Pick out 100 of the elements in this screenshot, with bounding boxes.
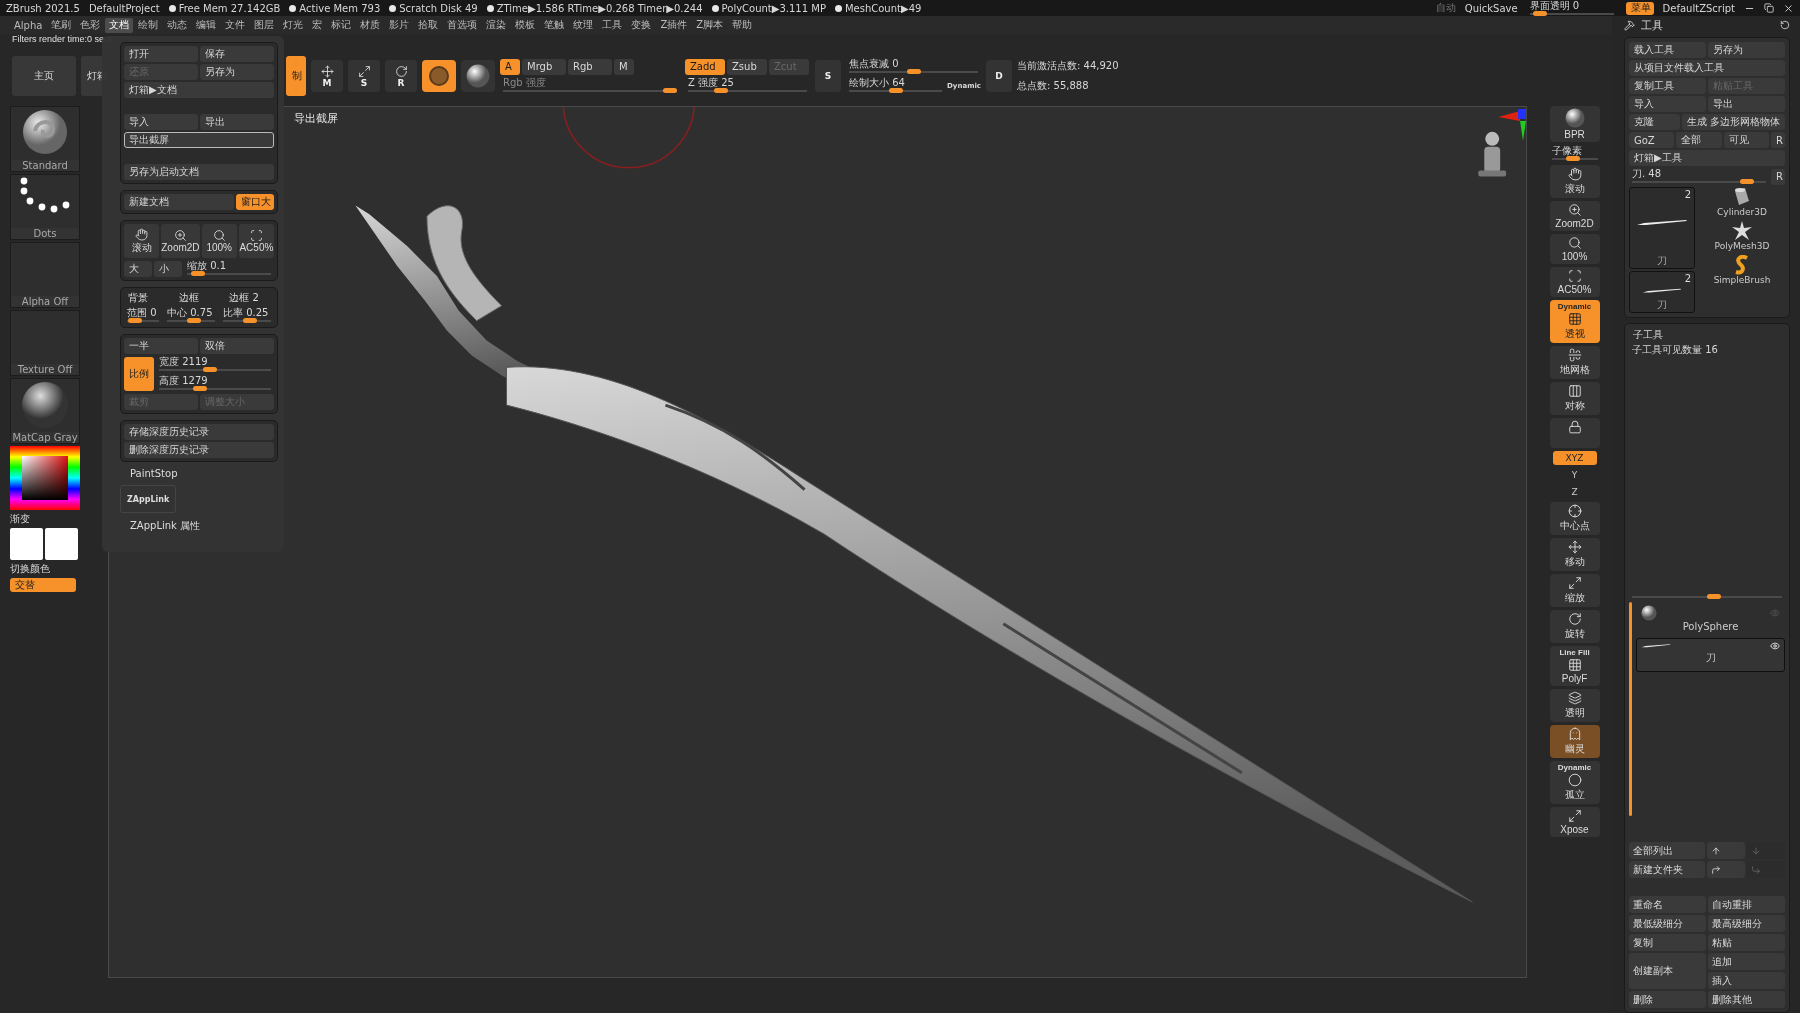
view-tool-button[interactable]: Line Fill PolyF	[1549, 646, 1600, 686]
slider-thumb[interactable]	[714, 87, 729, 93]
subtool-action-button[interactable]: 重命名	[1629, 896, 1706, 913]
tool-command[interactable]: 导出	[1708, 96, 1785, 112]
subtool-action-button[interactable]: 删除	[1629, 991, 1706, 1008]
subtool-action-button[interactable]: 最低级细分	[1629, 915, 1706, 932]
list-action-button[interactable]: 新建文件夹	[1629, 861, 1705, 878]
main-color-swatch[interactable]	[10, 528, 43, 560]
menu-item[interactable]: 文件	[221, 17, 250, 33]
tool-thumbnail[interactable]: PolyMesh3D	[1699, 221, 1785, 253]
view-tool-button[interactable]: Dynamic 孤立	[1549, 761, 1600, 804]
transform-tool-button[interactable]: R	[385, 60, 417, 92]
menu-item[interactable]: 文档	[105, 17, 134, 33]
transparency-slider[interactable]: 界面透明 0	[1526, 0, 1617, 17]
menu-item[interactable]: 影片	[385, 17, 414, 33]
tool-thumbnail[interactable]: Cylinder3D	[1699, 187, 1785, 219]
shelf-thumbnail[interactable]: MatCap Gray	[10, 378, 80, 444]
menu-item[interactable]: 工具	[598, 17, 627, 33]
view-tool-button[interactable]: 100%	[1549, 234, 1600, 264]
menu-item[interactable]: 图层	[250, 17, 279, 33]
menu-item[interactable]: 宏	[308, 17, 327, 33]
slider-thumb[interactable]	[1740, 179, 1754, 184]
axis-toggle[interactable]: Z	[1561, 485, 1588, 499]
subtool-action-button[interactable]: 删除其他	[1708, 991, 1785, 1008]
brush-mode-button[interactable]	[461, 60, 495, 92]
slider-thumb[interactable]	[243, 318, 258, 323]
tool-command[interactable]: 灯箱▶工具	[1629, 150, 1785, 166]
view-tool-button[interactable]: 100%	[201, 224, 237, 258]
size-slider[interactable]: 宽度 2119	[156, 356, 274, 373]
tool-command[interactable]: 全部	[1676, 132, 1722, 148]
border-slider[interactable]: 范围 0	[124, 307, 163, 324]
slider-thumb[interactable]	[193, 386, 208, 391]
subtool-action-button[interactable]: 追加	[1708, 953, 1785, 970]
subtool-count-slider[interactable]: 子工具可见数量 16	[1629, 344, 1785, 600]
arrow-button[interactable]	[1707, 861, 1745, 878]
view-tool-button[interactable]: AC50%	[1549, 267, 1600, 297]
menu-item[interactable]: 模板	[511, 17, 540, 33]
menu-item[interactable]: 灯光	[279, 17, 308, 33]
axis-toggle[interactable]: Y	[1561, 468, 1588, 482]
view-tool-button[interactable]: 地网格	[1549, 346, 1600, 379]
view-tool-button[interactable]: 滚动	[1549, 165, 1600, 198]
draw-button[interactable]: 制	[286, 56, 306, 96]
view-tool-button[interactable]: 滚动	[124, 224, 160, 258]
subtool-action-button[interactable]: 自动重排	[1708, 896, 1785, 913]
view-tool-button[interactable]	[1549, 418, 1600, 448]
z-mode-button[interactable]: Zsub	[727, 58, 767, 75]
menu-item[interactable]: 材质	[356, 17, 385, 33]
shelf-thumbnail[interactable]: Alpha Off	[10, 242, 80, 308]
tool-command[interactable]: 另存为	[1708, 42, 1785, 58]
menu-command[interactable]: 另存为启动文档	[124, 164, 274, 180]
menu-item[interactable]: 拾取	[414, 17, 443, 33]
new-document-button[interactable]: 新建文档	[124, 194, 234, 210]
ratio-toggle[interactable]: 比例	[124, 357, 154, 391]
tool-slider[interactable]: 刀. 48	[1629, 168, 1769, 185]
z-intensity-slider[interactable]: Z 强度 25	[685, 76, 810, 94]
menu-item[interactable]: 纹理	[569, 17, 598, 33]
menu-command[interactable]: 导出	[200, 114, 274, 130]
menu-command[interactable]: 灯箱▶文档	[124, 82, 274, 98]
bpr-render-button[interactable]: BPR	[1549, 106, 1600, 142]
close-icon[interactable]	[1783, 2, 1794, 14]
menu-item[interactable]: 动态	[163, 17, 192, 33]
focal-shift-slider[interactable]: 焦点衰减 0	[846, 58, 981, 75]
menu-item[interactable]: 渲染	[482, 17, 511, 33]
subtool-action-button[interactable]: 创建副本	[1629, 953, 1706, 989]
menu-item[interactable]: 变换	[627, 17, 656, 33]
dynamesh-button[interactable]: D	[986, 60, 1012, 92]
quicksave-button[interactable]: QuickSave	[1464, 2, 1518, 14]
slider-thumb[interactable]	[906, 69, 921, 74]
slider-thumb[interactable]	[187, 318, 202, 323]
home-button[interactable]: 主页	[12, 56, 76, 96]
view-tool-button[interactable]: Zoom2D	[1549, 201, 1600, 231]
slider-thumb[interactable]	[190, 271, 205, 276]
slider-thumb[interactable]	[1565, 156, 1580, 161]
view-tool-button[interactable]: Xpose	[1549, 807, 1600, 837]
tool-command[interactable]: 从项目文件载入工具	[1629, 60, 1785, 76]
size-slider[interactable]: 高度 1279	[156, 375, 274, 392]
reset-icon[interactable]	[1780, 20, 1790, 30]
channel-button[interactable]: Rgb	[568, 58, 612, 75]
arrow-button[interactable]	[1707, 842, 1745, 859]
view-tool-button[interactable]: 移动	[1549, 538, 1600, 571]
visibility-eye-icon[interactable]	[1770, 640, 1780, 651]
transform-tool-button[interactable]: S	[348, 60, 380, 92]
subtool-scrollbar[interactable]	[1629, 601, 1632, 817]
shelf-thumbnail[interactable]: Standard	[10, 106, 80, 172]
small-button[interactable]: 小	[154, 260, 182, 277]
menu-button[interactable]: 菜单	[1625, 1, 1654, 15]
tool-command[interactable]: R	[1771, 132, 1785, 148]
menu-item[interactable]: 笔刷	[47, 17, 76, 33]
view-tool-button[interactable]: Dynamic 透视	[1549, 300, 1600, 343]
view-tool-button[interactable]: 透明	[1549, 689, 1600, 722]
z-mode-button[interactable]: Zadd	[685, 58, 725, 75]
menu-item[interactable]: 笔触	[540, 17, 569, 33]
brush-mode-button[interactable]	[422, 60, 456, 92]
view-tool-button[interactable]: AC50%	[238, 224, 274, 258]
menu-item[interactable]: 标记	[327, 17, 356, 33]
slider-thumb[interactable]	[888, 88, 903, 93]
view-tool-button[interactable]: 中心点	[1549, 502, 1600, 535]
zapplink-button[interactable]: ZAppLink	[120, 485, 176, 513]
tool-thumbnail[interactable]: 2 刀	[1629, 271, 1695, 313]
view-tool-button[interactable]: 幽灵	[1549, 725, 1600, 758]
